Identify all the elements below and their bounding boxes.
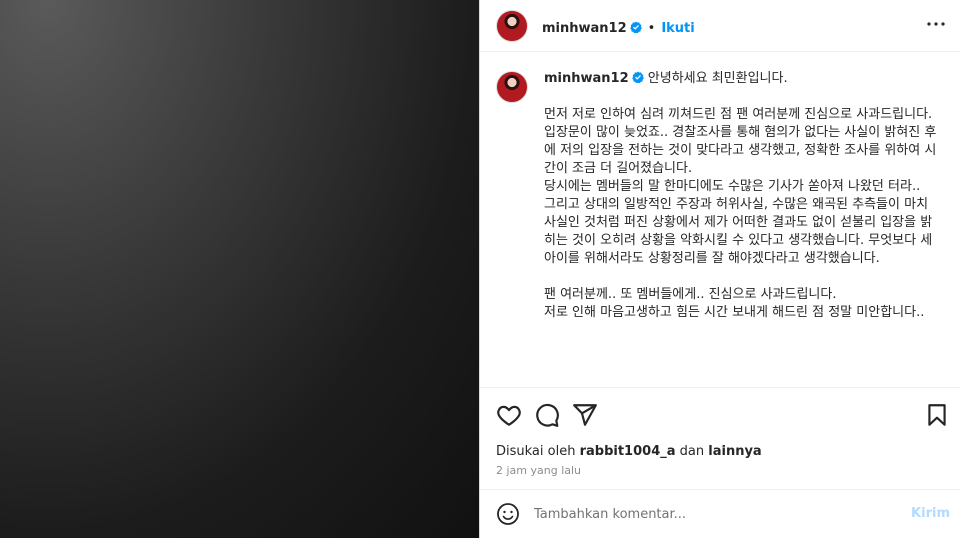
post-actions: Disukai oleh rabbit1004_a dan lainnya 2 … [480,387,960,487]
bookmark-icon[interactable] [924,402,950,428]
likes-and: dan [679,444,705,459]
follow-button[interactable]: Ikuti [661,21,694,36]
post-header: minhwan12 • Ikuti [480,0,960,52]
comment-bubble-icon[interactable] [534,402,560,428]
header-user-row: minhwan12 • Ikuti [542,17,695,36]
heart-icon[interactable] [496,402,522,428]
header-username[interactable]: minhwan12 [542,21,627,36]
caption-username[interactable]: minhwan12 [544,71,629,86]
smiley-icon[interactable] [496,502,520,526]
paper-plane-icon[interactable] [572,402,598,428]
verified-badge-icon [629,18,642,34]
more-horizontal-icon[interactable] [924,12,948,36]
avatar[interactable] [496,10,528,42]
comment-bar: Kirim [480,489,960,538]
comment-input[interactable] [534,503,874,525]
header-separator: • [647,21,656,36]
verified-badge-icon [631,71,644,84]
caption-first-line: 안녕하세요 최민환입니다. [647,71,788,86]
post-media-image[interactable] [0,0,479,538]
caption-body: 먼저 저로 인하여 심려 끼쳐드린 점 팬 여러분께 진심으로 사과드립니다. … [544,107,937,320]
likes-prefix: Disukai oleh [496,444,576,459]
post-timestamp[interactable]: 2 jam yang lalu [496,464,581,477]
post-comment-button[interactable]: Kirim [911,506,950,521]
likes-others-link[interactable]: lainnya [708,444,761,459]
likes-user-link[interactable]: rabbit1004_a [580,444,676,459]
caption-avatar[interactable] [496,71,528,103]
caption-text: minhwan12 안녕하세요 최민환입니다. 먼저 저로 인하여 심려 끼쳐드… [544,70,944,322]
caption-area[interactable]: minhwan12 안녕하세요 최민환입니다. 먼저 저로 인하여 심려 끼쳐드… [480,53,960,387]
post-side-panel: minhwan12 • Ikuti minhwan12 안녕하세요 최민환입니다. … [479,0,960,538]
likes-summary: Disukai oleh rabbit1004_a dan lainnya [496,444,762,459]
